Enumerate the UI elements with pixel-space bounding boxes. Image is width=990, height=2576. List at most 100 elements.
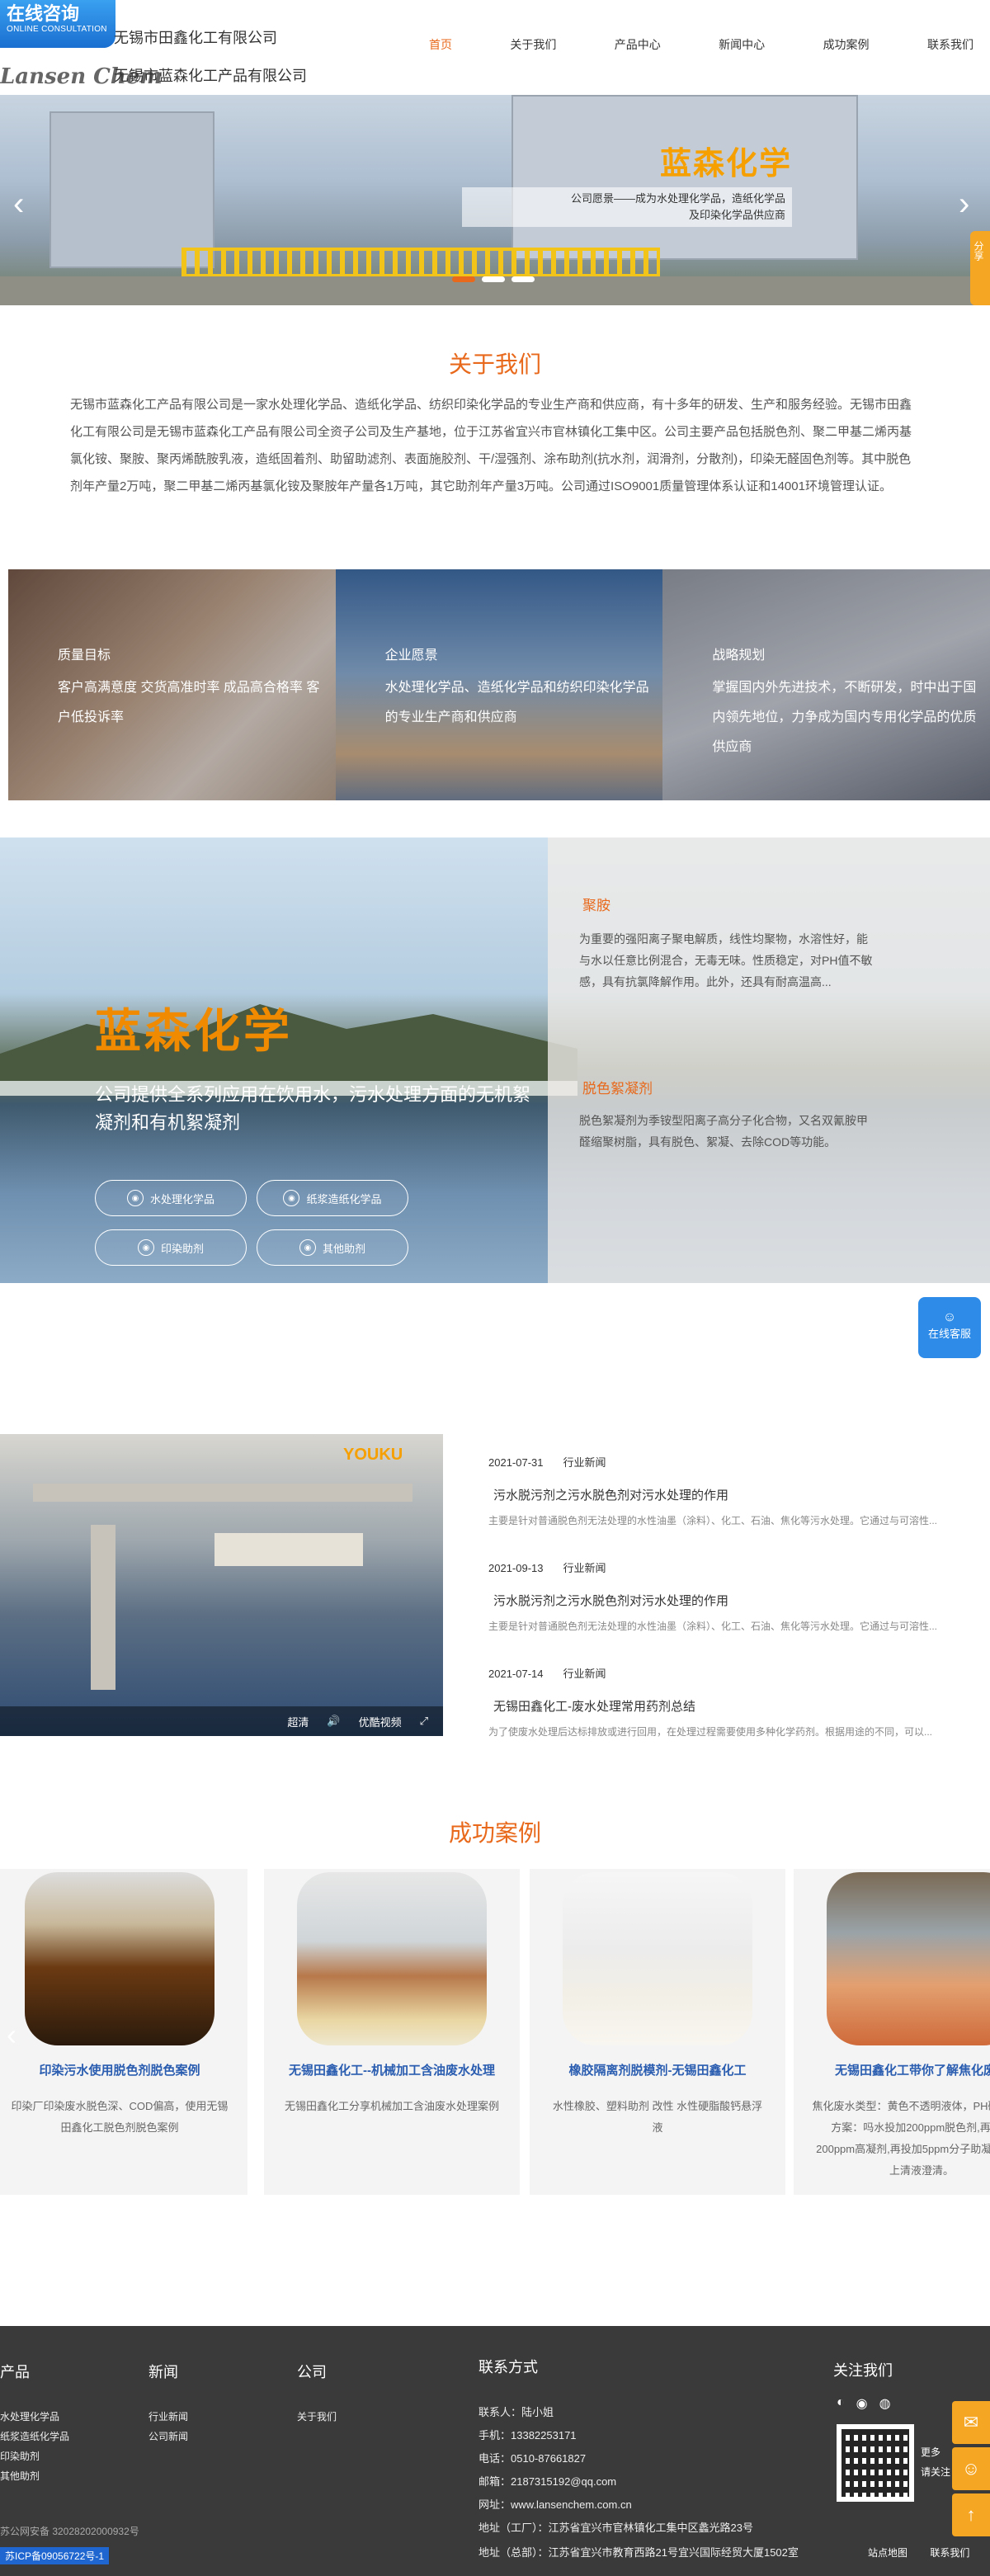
- banner-title: 蓝森化学: [660, 147, 793, 182]
- site-header: 在线咨询 ONLINE CONSULTATION Lansen Chem 无锡市…: [0, 0, 990, 95]
- nav-news[interactable]: 新闻中心: [719, 36, 765, 53]
- case-card[interactable]: 无锡田鑫化工--机械加工含油废水处理 无锡田鑫化工分享机械加工含油废水处理案例: [264, 1869, 520, 2195]
- paper-chemicals-button[interactable]: ◉ 纸浆造纸化学品: [257, 1180, 408, 1216]
- user-icon[interactable]: ☺: [952, 2447, 990, 2490]
- equipment-image: [91, 1525, 116, 1690]
- qq-icon[interactable]: ◐: [837, 2395, 845, 2412]
- other-auxiliary-button[interactable]: ◉ 其他助剂: [257, 1229, 408, 1266]
- case-desc: 水性橡胶、塑料助剂 改性 水性硬脂酸钙悬浮液: [552, 2100, 763, 2134]
- company-name-2: 无锡市蓝森化工产品有限公司: [114, 68, 307, 84]
- follow-us-title: 关注我们: [833, 2362, 893, 2379]
- water-treatment-button[interactable]: ◉ 水处理化学品: [95, 1180, 247, 1216]
- equipment-image: [33, 1484, 412, 1502]
- product-name[interactable]: 聚胺: [582, 894, 610, 914]
- footer-link[interactable]: 行业新闻: [148, 2409, 188, 2423]
- tile-desc: 水处理化学品、造纸化学品和纺织印染化学品的专业生产商和供应商: [384, 681, 649, 724]
- banner-dot[interactable]: [512, 276, 535, 282]
- video-controls: 超清 🔊 优酷视频 ⤢: [0, 1706, 443, 1736]
- tile-quality-goal[interactable]: 质量目标 客户高满意度 交货高准时率 成品高合格率 客户低投诉率: [8, 569, 336, 800]
- icp-record[interactable]: 苏ICP备09056722号-1: [0, 2547, 110, 2564]
- product-highlight-panel: 聚胺 为重要的强阳离子聚电解质，线性均聚物，水溶性好，能与水以任意比例混合，无毒…: [548, 837, 990, 1283]
- contact-line: 电话：0510-87661827: [478, 2452, 587, 2465]
- case-title[interactable]: 无锡田鑫化工带你了解焦化废水: [794, 2061, 990, 2078]
- police-record[interactable]: 苏公网安备 32028202000932号: [0, 2524, 139, 2538]
- contact-line[interactable]: 网址：www.lansenchem.com.cn: [478, 2496, 632, 2512]
- quality-button[interactable]: 超清: [287, 1714, 309, 1729]
- product-category-buttons: ◉ 水处理化学品 ◉ 纸浆造纸化学品 ◉ 印染助剂 ◉ 其他助剂: [95, 1180, 408, 1266]
- news-item[interactable]: 2021-07-31 行业新闻 污水脱污剂之污水脱色剂对污水处理的作用 主要是针对…: [488, 1454, 990, 1527]
- news-category: 行业新闻: [563, 1456, 606, 1469]
- equipment-image: [214, 1533, 363, 1566]
- news-item[interactable]: 2021-09-13 行业新闻 污水脱污剂之污水脱色剂对污水处理的作用 主要是针对…: [488, 1559, 990, 1633]
- badge-title: 在线咨询: [7, 3, 80, 24]
- weibo-icon[interactable]: ◉: [856, 2395, 868, 2412]
- footer-link[interactable]: 公司新闻: [148, 2429, 188, 2443]
- fullscreen-icon[interactable]: ⤢: [420, 1715, 428, 1728]
- flask-icon: ◉: [299, 1239, 316, 1256]
- footer-link[interactable]: 纸浆造纸化学品: [0, 2429, 69, 2443]
- case-title[interactable]: 印染污水使用脱色剂脱色案例: [0, 2061, 248, 2078]
- building-image: [50, 111, 214, 268]
- banner-dot[interactable]: [452, 276, 475, 282]
- cases-carousel: 印染污水使用脱色剂脱色案例 印染厂印染废水脱色深、COD偏高，使用无锡田鑫化工脱…: [0, 1869, 990, 2195]
- video-player[interactable]: YOUKU 超清 🔊 优酷视频 ⤢: [0, 1434, 443, 1736]
- button-label: 印染助剂: [160, 1242, 204, 1255]
- paper-icon: ◉: [283, 1190, 300, 1206]
- news-desc: 为了使废水处理后达标排放或进行回用，在处理过程需要使用多种化学药剂。根据用途的不…: [488, 1726, 933, 1738]
- wechat-icon[interactable]: ◍: [879, 2395, 891, 2412]
- case-title[interactable]: 橡胶隔离剂脱模剂-无锡田鑫化工: [530, 2061, 785, 2078]
- news-meta: 2021-09-13 行业新闻: [488, 1559, 990, 1575]
- share-tab[interactable]: 分享: [970, 231, 990, 305]
- online-consultation-badge[interactable]: 在线咨询 ONLINE CONSULTATION: [0, 0, 116, 48]
- footer-link[interactable]: 印染助剂: [0, 2449, 40, 2463]
- case-image: [563, 1872, 752, 2045]
- about-tiles: 质量目标 客户高满意度 交货高准时率 成品高合格率 客户低投诉率 企业愿景 水处…: [8, 569, 990, 800]
- contact-link[interactable]: 联系我们: [930, 2547, 969, 2559]
- nav-contact[interactable]: 联系我们: [927, 36, 974, 53]
- banner-dot[interactable]: [482, 276, 505, 282]
- company-name-1: 无锡市田鑫化工有限公司: [114, 30, 277, 46]
- banner-prev-icon[interactable]: ‹: [13, 186, 24, 223]
- nav-about[interactable]: 关于我们: [510, 36, 556, 53]
- news-title[interactable]: 污水脱污剂之污水脱色剂对污水处理的作用: [488, 1486, 990, 1503]
- footer-link[interactable]: 其他助剂: [0, 2469, 40, 2483]
- tile-vision[interactable]: 企业愿景 水处理化学品、造纸化学品和纺织印染化学品的专业生产商和供应商: [335, 569, 663, 800]
- volume-icon[interactable]: 🔊: [327, 1715, 340, 1728]
- case-title[interactable]: 无锡田鑫化工--机械加工含油废水处理: [264, 2061, 520, 2078]
- case-image: [827, 1872, 990, 2045]
- product-name[interactable]: 脱色絮凝剂: [582, 1077, 653, 1097]
- news-date: 2021-07-31: [488, 1456, 544, 1469]
- footer-products-title: 产品: [0, 2364, 30, 2380]
- cases-prev-icon[interactable]: ‹: [7, 2017, 16, 2052]
- footer-link[interactable]: 关于我们: [297, 2409, 337, 2423]
- news-title[interactable]: 污水脱污剂之污水脱色剂对污水处理的作用: [488, 1592, 990, 1609]
- banner-next-icon[interactable]: ›: [959, 186, 969, 223]
- nav-home[interactable]: 首页: [429, 36, 452, 53]
- banner-subtitle-line1: 公司愿景——成为水处理化学品，造纸化学品: [570, 192, 785, 205]
- message-icon[interactable]: ✉: [952, 2401, 990, 2444]
- case-card[interactable]: 印染污水使用脱色剂脱色案例 印染厂印染废水脱色深、COD偏高，使用无锡田鑫化工脱…: [0, 1869, 248, 2195]
- banner-subtitle: 公司愿景——成为水处理化学品，造纸化学品 及印染化学品供应商: [462, 187, 792, 227]
- side-labels: 更多 请关注: [921, 2442, 950, 2482]
- products-section: 蓝森化学 公司提供全系列应用在饮用水，污水处理方面的无机絮凝剂和有机絮凝剂 ◉ 水…: [0, 837, 990, 1283]
- case-card[interactable]: 橡胶隔离剂脱模剂-无锡田鑫化工 水性橡胶、塑料助剂 改性 水性硬脂酸钙悬浮液: [530, 1869, 785, 2195]
- factory-gate-image: [182, 248, 660, 277]
- news-desc: 主要是针对普通脱色剂无法处理的水性油墨（涂料）、化工、石油、焦化等污水处理。它通…: [488, 1621, 938, 1632]
- dyeing-auxiliary-button[interactable]: ◉ 印染助剂: [95, 1229, 247, 1266]
- about-section-title: 关于我们: [448, 351, 541, 377]
- news-item[interactable]: 2021-07-14 行业新闻 无锡田鑫化工-废水处理常用药剂总结 为了使废水处理…: [488, 1665, 990, 1739]
- case-image: [25, 1872, 214, 2045]
- footer-link[interactable]: 水处理化学品: [0, 2409, 59, 2423]
- side-label: 请关注: [921, 2466, 951, 2478]
- news-title[interactable]: 无锡田鑫化工-废水处理常用药剂总结: [488, 1697, 990, 1715]
- tile-strategy[interactable]: 战略规划 掌握国内外先进技术，不断研发，时中出于国内领先地位，力争成为国内专用化…: [662, 569, 990, 800]
- footer-company-title: 公司: [297, 2364, 327, 2380]
- back-to-top-icon[interactable]: ↑: [952, 2493, 990, 2536]
- case-card[interactable]: 无锡田鑫化工带你了解焦化废水 焦化废水类型：黄色不透明液体，PH碱性处理方案：吗…: [794, 1869, 990, 2195]
- youku-link[interactable]: 优酷视频: [359, 1714, 402, 1729]
- nav-products[interactable]: 产品中心: [615, 36, 661, 53]
- nav-cases[interactable]: 成功案例: [823, 36, 870, 53]
- button-label: 水处理化学品: [149, 1192, 214, 1205]
- online-service-button[interactable]: ☺ 在线客服: [918, 1297, 981, 1358]
- sitemap-link[interactable]: 站点地图: [868, 2547, 908, 2559]
